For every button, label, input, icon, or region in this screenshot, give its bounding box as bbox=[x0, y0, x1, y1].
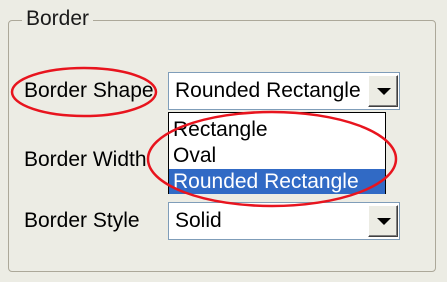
groupbox-title: Border bbox=[22, 6, 94, 32]
border-shape-label: Border Shape bbox=[24, 79, 154, 102]
border-style-label: Border Style bbox=[24, 209, 140, 232]
border-width-label: Border Width bbox=[24, 148, 147, 171]
chevron-down-icon bbox=[377, 88, 391, 95]
border-style-value: Solid bbox=[175, 209, 222, 232]
option-rounded-rectangle[interactable]: Rounded Rectangle bbox=[169, 169, 385, 194]
border-shape-value: Rounded Rectangle bbox=[175, 79, 361, 102]
border-style-combobox[interactable]: Solid bbox=[168, 202, 400, 240]
border-shape-combobox[interactable]: Rounded Rectangle bbox=[168, 72, 400, 110]
border-style-dropdown-button[interactable] bbox=[368, 205, 398, 237]
option-rectangle[interactable]: Rectangle bbox=[169, 117, 385, 142]
chevron-down-icon bbox=[377, 218, 391, 225]
option-oval[interactable]: Oval bbox=[169, 143, 385, 168]
border-shape-dropdown-list: Rectangle Oval Rounded Rectangle bbox=[168, 112, 386, 194]
border-shape-dropdown-button[interactable] bbox=[368, 75, 398, 107]
